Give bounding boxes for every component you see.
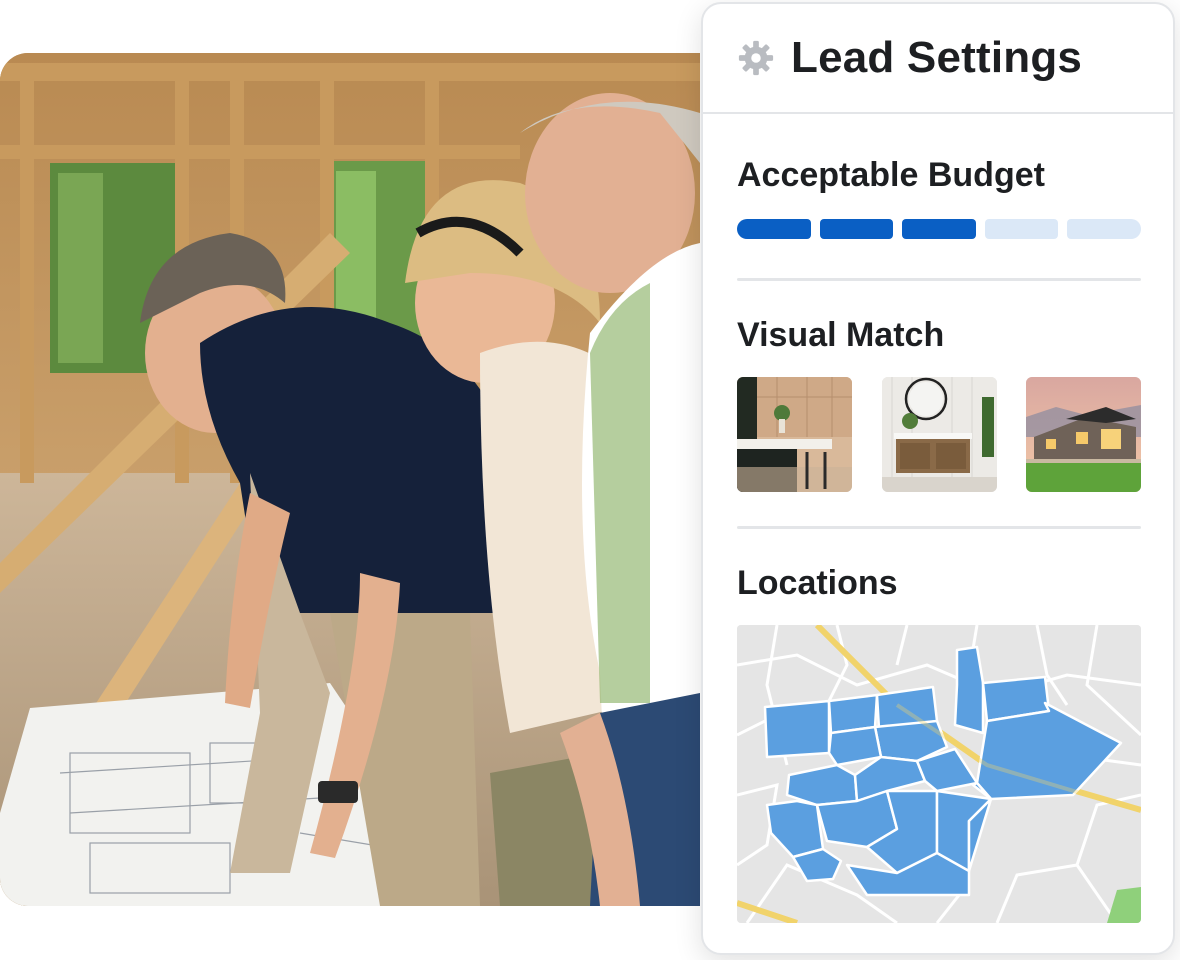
budget-segment-filled[interactable]	[819, 219, 894, 239]
visual-match-section: Visual Match	[737, 316, 1141, 492]
divider	[737, 278, 1141, 281]
builder-clients-photo	[0, 53, 700, 906]
bathroom-vanity-image[interactable]	[881, 377, 997, 492]
gear-icon	[738, 40, 774, 76]
house-exterior-image[interactable]	[1026, 377, 1141, 492]
budget-segment-empty[interactable]	[1067, 219, 1141, 239]
locations-map[interactable]	[737, 625, 1141, 923]
locations-section: Locations	[737, 564, 1141, 923]
locations-title: Locations	[737, 564, 898, 602]
map-graphic	[737, 625, 1141, 923]
card-header: Lead Settings	[703, 4, 1173, 114]
budget-section: Acceptable Budget	[737, 156, 1141, 239]
budget-segment-empty[interactable]	[984, 219, 1059, 239]
divider	[737, 526, 1141, 529]
lead-settings-card: Lead Settings Acceptable Budget Visual M…	[701, 2, 1175, 955]
photo-illustration	[0, 53, 700, 906]
visual-match-thumbnails	[737, 377, 1141, 492]
budget-segment-filled[interactable]	[737, 219, 811, 239]
hero-composition: Lead Settings Acceptable Budget Visual M…	[0, 0, 1180, 960]
budget-segment-filled[interactable]	[902, 219, 976, 239]
kitchen-image[interactable]	[737, 377, 852, 492]
budget-bar[interactable]	[737, 219, 1141, 239]
visual-match-title: Visual Match	[737, 316, 945, 354]
budget-title: Acceptable Budget	[737, 156, 1045, 194]
card-title: Lead Settings	[791, 33, 1083, 82]
